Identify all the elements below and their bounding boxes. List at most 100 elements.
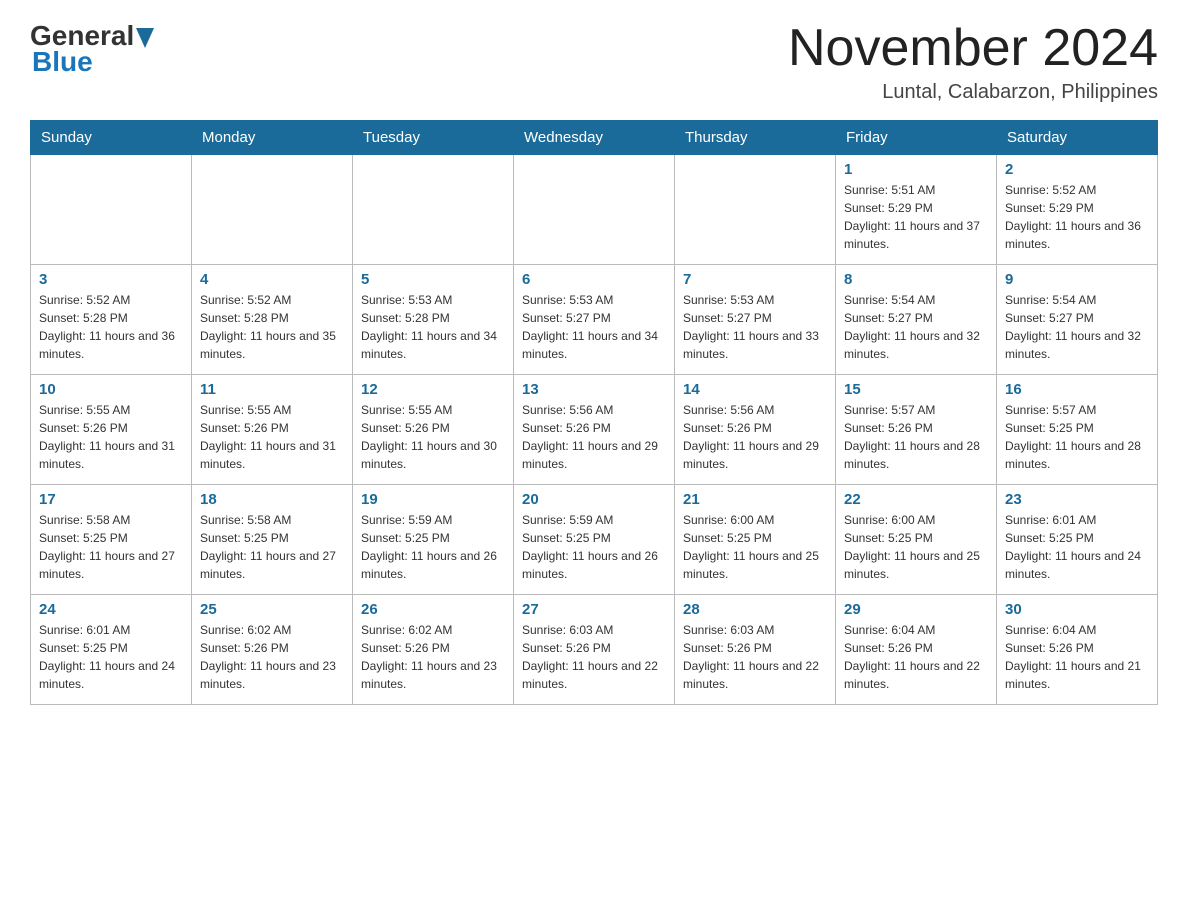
weekday-header-row: SundayMondayTuesdayWednesdayThursdayFrid… xyxy=(31,121,1158,155)
day-info: Sunrise: 5:59 AM Sunset: 5:25 PM Dayligh… xyxy=(361,511,505,583)
calendar-cell: 2 Sunrise: 5:52 AM Sunset: 5:29 PM Daylig… xyxy=(997,155,1158,265)
calendar-cell xyxy=(192,155,353,265)
day-number: 7 xyxy=(683,271,827,288)
day-number: 22 xyxy=(844,491,988,508)
day-number: 3 xyxy=(39,271,183,288)
day-number: 4 xyxy=(200,271,344,288)
weekday-header-saturday: Saturday xyxy=(997,121,1158,155)
day-number: 2 xyxy=(1005,161,1149,178)
weekday-header-tuesday: Tuesday xyxy=(353,121,514,155)
day-info: Sunrise: 5:55 AM Sunset: 5:26 PM Dayligh… xyxy=(39,401,183,473)
logo-area: General Blue xyxy=(30,20,156,78)
calendar-cell: 18Sunrise: 5:58 AM Sunset: 5:25 PM Dayli… xyxy=(192,485,353,595)
calendar-week-row: 24 Sunrise: 6:01 AM Sunset: 5:25 PM Dayli… xyxy=(31,595,1158,705)
calendar-cell xyxy=(353,155,514,265)
calendar-cell xyxy=(675,155,836,265)
calendar-cell: 7 Sunrise: 5:53 AM Sunset: 5:27 PM Daylig… xyxy=(675,265,836,375)
day-info: Sunrise: 6:03 AM Sunset: 5:26 PM Dayligh… xyxy=(522,621,666,693)
calendar-cell: 26Sunrise: 6:02 AM Sunset: 5:26 PM Dayli… xyxy=(353,595,514,705)
day-info: Sunrise: 6:03 AM Sunset: 5:26 PM Dayligh… xyxy=(683,621,827,693)
day-info: Sunrise: 5:55 AM Sunset: 5:26 PM Dayligh… xyxy=(361,401,505,473)
day-info: Sunrise: 5:57 AM Sunset: 5:26 PM Dayligh… xyxy=(844,401,988,473)
day-info: Sunrise: 6:00 AM Sunset: 5:25 PM Dayligh… xyxy=(683,511,827,583)
page-title: November 2024 xyxy=(788,20,1158,77)
day-info: Sunrise: 6:01 AM Sunset: 5:25 PM Dayligh… xyxy=(39,621,183,693)
day-info: Sunrise: 5:54 AM Sunset: 5:27 PM Dayligh… xyxy=(1005,291,1149,363)
day-number: 1 xyxy=(844,161,988,178)
day-number: 27 xyxy=(522,601,666,618)
calendar-week-row: 10 Sunrise: 5:55 AM Sunset: 5:26 PM Dayli… xyxy=(31,375,1158,485)
day-number: 14 xyxy=(683,381,827,398)
day-info: Sunrise: 6:02 AM Sunset: 5:26 PM Dayligh… xyxy=(200,621,344,693)
day-info: Sunrise: 6:01 AM Sunset: 5:25 PM Dayligh… xyxy=(1005,511,1149,583)
header: General Blue November 2024 Luntal, Calab… xyxy=(30,20,1158,104)
title-area: November 2024 Luntal, Calabarzon, Philip… xyxy=(788,20,1158,104)
calendar-cell: 4Sunrise: 5:52 AM Sunset: 5:28 PM Daylig… xyxy=(192,265,353,375)
calendar-cell: 20 Sunrise: 5:59 AM Sunset: 5:25 PM Dayli… xyxy=(514,485,675,595)
calendar-cell xyxy=(31,155,192,265)
calendar-cell: 1 Sunrise: 5:51 AM Sunset: 5:29 PM Daylig… xyxy=(836,155,997,265)
day-info: Sunrise: 5:53 AM Sunset: 5:27 PM Dayligh… xyxy=(683,291,827,363)
day-number: 23 xyxy=(1005,491,1149,508)
calendar-cell: 29 Sunrise: 6:04 AM Sunset: 5:26 PM Dayli… xyxy=(836,595,997,705)
day-number: 21 xyxy=(683,491,827,508)
logo-icon xyxy=(136,28,154,52)
day-number: 8 xyxy=(844,271,988,288)
day-number: 6 xyxy=(522,271,666,288)
day-info: Sunrise: 5:57 AM Sunset: 5:25 PM Dayligh… xyxy=(1005,401,1149,473)
day-info: Sunrise: 5:53 AM Sunset: 5:27 PM Dayligh… xyxy=(522,291,666,363)
calendar-cell: 19 Sunrise: 5:59 AM Sunset: 5:25 PM Dayli… xyxy=(353,485,514,595)
calendar-cell: 14 Sunrise: 5:56 AM Sunset: 5:26 PM Dayli… xyxy=(675,375,836,485)
calendar-cell: 15Sunrise: 5:57 AM Sunset: 5:26 PM Dayli… xyxy=(836,375,997,485)
day-number: 17 xyxy=(39,491,183,508)
calendar-cell: 13Sunrise: 5:56 AM Sunset: 5:26 PM Dayli… xyxy=(514,375,675,485)
calendar-cell: 12 Sunrise: 5:55 AM Sunset: 5:26 PM Dayli… xyxy=(353,375,514,485)
day-number: 24 xyxy=(39,601,183,618)
calendar-cell: 28 Sunrise: 6:03 AM Sunset: 5:26 PM Dayli… xyxy=(675,595,836,705)
calendar-cell: 3Sunrise: 5:52 AM Sunset: 5:28 PM Daylig… xyxy=(31,265,192,375)
calendar-table: SundayMondayTuesdayWednesdayThursdayFrid… xyxy=(30,120,1158,705)
calendar-week-row: 17 Sunrise: 5:58 AM Sunset: 5:25 PM Dayli… xyxy=(31,485,1158,595)
day-number: 10 xyxy=(39,381,183,398)
calendar-cell: 10 Sunrise: 5:55 AM Sunset: 5:26 PM Dayli… xyxy=(31,375,192,485)
calendar-cell: 21 Sunrise: 6:00 AM Sunset: 5:25 PM Dayli… xyxy=(675,485,836,595)
day-info: Sunrise: 5:59 AM Sunset: 5:25 PM Dayligh… xyxy=(522,511,666,583)
day-number: 16 xyxy=(1005,381,1149,398)
calendar-cell: 9 Sunrise: 5:54 AM Sunset: 5:27 PM Daylig… xyxy=(997,265,1158,375)
day-info: Sunrise: 6:02 AM Sunset: 5:26 PM Dayligh… xyxy=(361,621,505,693)
calendar-cell: 23 Sunrise: 6:01 AM Sunset: 5:25 PM Dayli… xyxy=(997,485,1158,595)
day-number: 13 xyxy=(522,381,666,398)
day-number: 30 xyxy=(1005,601,1149,618)
calendar-week-row: 1 Sunrise: 5:51 AM Sunset: 5:29 PM Daylig… xyxy=(31,155,1158,265)
logo-blue-text: Blue xyxy=(32,46,93,78)
day-number: 19 xyxy=(361,491,505,508)
weekday-header-sunday: Sunday xyxy=(31,121,192,155)
calendar-cell: 24 Sunrise: 6:01 AM Sunset: 5:25 PM Dayli… xyxy=(31,595,192,705)
day-number: 5 xyxy=(361,271,505,288)
calendar-cell: 6 Sunrise: 5:53 AM Sunset: 5:27 PM Daylig… xyxy=(514,265,675,375)
day-info: Sunrise: 5:52 AM Sunset: 5:29 PM Dayligh… xyxy=(1005,181,1149,253)
weekday-header-friday: Friday xyxy=(836,121,997,155)
day-number: 20 xyxy=(522,491,666,508)
day-info: Sunrise: 6:04 AM Sunset: 5:26 PM Dayligh… xyxy=(844,621,988,693)
day-number: 11 xyxy=(200,381,344,398)
day-info: Sunrise: 5:51 AM Sunset: 5:29 PM Dayligh… xyxy=(844,181,988,253)
day-number: 28 xyxy=(683,601,827,618)
day-info: Sunrise: 5:56 AM Sunset: 5:26 PM Dayligh… xyxy=(683,401,827,473)
calendar-cell: 30 Sunrise: 6:04 AM Sunset: 5:26 PM Dayli… xyxy=(997,595,1158,705)
day-number: 12 xyxy=(361,381,505,398)
day-info: Sunrise: 6:04 AM Sunset: 5:26 PM Dayligh… xyxy=(1005,621,1149,693)
day-number: 9 xyxy=(1005,271,1149,288)
day-number: 25 xyxy=(200,601,344,618)
calendar-cell: 22 Sunrise: 6:00 AM Sunset: 5:25 PM Dayli… xyxy=(836,485,997,595)
day-info: Sunrise: 5:58 AM Sunset: 5:25 PM Dayligh… xyxy=(39,511,183,583)
calendar-cell: 25 Sunrise: 6:02 AM Sunset: 5:26 PM Dayli… xyxy=(192,595,353,705)
calendar-cell xyxy=(514,155,675,265)
weekday-header-thursday: Thursday xyxy=(675,121,836,155)
calendar-week-row: 3Sunrise: 5:52 AM Sunset: 5:28 PM Daylig… xyxy=(31,265,1158,375)
day-number: 29 xyxy=(844,601,988,618)
day-info: Sunrise: 5:54 AM Sunset: 5:27 PM Dayligh… xyxy=(844,291,988,363)
calendar-cell: 11Sunrise: 5:55 AM Sunset: 5:26 PM Dayli… xyxy=(192,375,353,485)
calendar-cell: 27 Sunrise: 6:03 AM Sunset: 5:26 PM Dayli… xyxy=(514,595,675,705)
day-info: Sunrise: 6:00 AM Sunset: 5:25 PM Dayligh… xyxy=(844,511,988,583)
